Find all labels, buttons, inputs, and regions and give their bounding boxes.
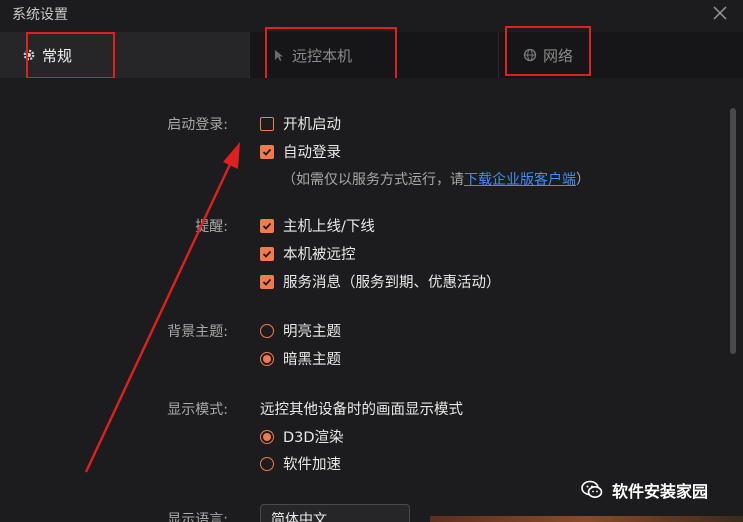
- language-label: 显示语言:: [167, 512, 228, 522]
- language-select-value: 简体中文: [271, 512, 327, 522]
- close-icon[interactable]: [711, 4, 729, 22]
- software-accel-label: 软件加速: [283, 457, 341, 473]
- being-controlled-option[interactable]: 本机被远控: [260, 243, 356, 264]
- annotation-box-general: [26, 32, 115, 79]
- light-theme-option[interactable]: 明亮主题: [260, 320, 341, 341]
- d3d-render-option[interactable]: D3D渲染: [260, 426, 344, 447]
- d3d-render-radio[interactable]: [260, 429, 274, 444]
- hint-prefix: （如需仅以服务方式运行，请: [282, 172, 464, 188]
- software-accel-option[interactable]: 软件加速: [260, 453, 341, 474]
- auto-start-option[interactable]: 开机启动: [260, 113, 341, 134]
- watermark-text: 软件安装家园: [612, 482, 709, 501]
- host-online-label: 主机上线/下线: [283, 219, 375, 235]
- service-message-checkbox[interactable]: [260, 274, 274, 289]
- display-mode-label: 显示模式:: [167, 402, 228, 418]
- title-bar: 系统设置: [0, 0, 743, 28]
- settings-panel: [0, 78, 743, 522]
- host-online-checkbox[interactable]: [260, 218, 274, 233]
- light-theme-label: 明亮主题: [283, 324, 341, 340]
- auto-login-label: 自动登录: [283, 145, 341, 161]
- being-controlled-label: 本机被远控: [283, 247, 356, 263]
- light-theme-radio[interactable]: [260, 323, 274, 338]
- theme-label: 背景主题:: [167, 324, 228, 340]
- being-controlled-checkbox[interactable]: [260, 246, 274, 261]
- language-select[interactable]: 简体中文: [260, 504, 410, 522]
- d3d-render-label: D3D渲染: [283, 430, 344, 446]
- display-mode-description: 远控其他设备时的画面显示模式: [260, 402, 463, 418]
- auto-start-checkbox[interactable]: [260, 116, 274, 131]
- download-enterprise-link[interactable]: 下载企业版客户端: [464, 172, 576, 188]
- software-accel-radio[interactable]: [260, 456, 274, 471]
- reminder-label: 提醒:: [195, 219, 228, 235]
- watermark: 软件安装家园: [580, 478, 708, 502]
- annotation-box-network: [505, 26, 591, 76]
- vertical-scrollbar[interactable]: [730, 108, 736, 354]
- dark-theme-option[interactable]: 暗黑主题: [260, 348, 341, 369]
- window-title: 系统设置: [12, 7, 68, 23]
- hint-suffix: ）: [576, 172, 590, 188]
- service-message-option[interactable]: 服务消息（服务到期、优惠活动）: [260, 271, 501, 292]
- auto-login-option[interactable]: 自动登录: [260, 141, 341, 162]
- auto-login-checkbox[interactable]: [260, 144, 274, 159]
- service-mode-hint: （如需仅以服务方式运行，请下载企业版客户端）: [282, 169, 590, 189]
- bottom-strip: [430, 516, 743, 522]
- auto-start-label: 开机启动: [283, 117, 341, 133]
- startup-label: 启动登录:: [167, 117, 228, 133]
- dark-theme-label: 暗黑主题: [283, 352, 341, 368]
- dark-theme-radio[interactable]: [260, 351, 274, 366]
- host-online-option[interactable]: 主机上线/下线: [260, 215, 375, 236]
- service-message-label: 服务消息（服务到期、优惠活动）: [283, 275, 501, 291]
- wechat-icon: [580, 478, 604, 502]
